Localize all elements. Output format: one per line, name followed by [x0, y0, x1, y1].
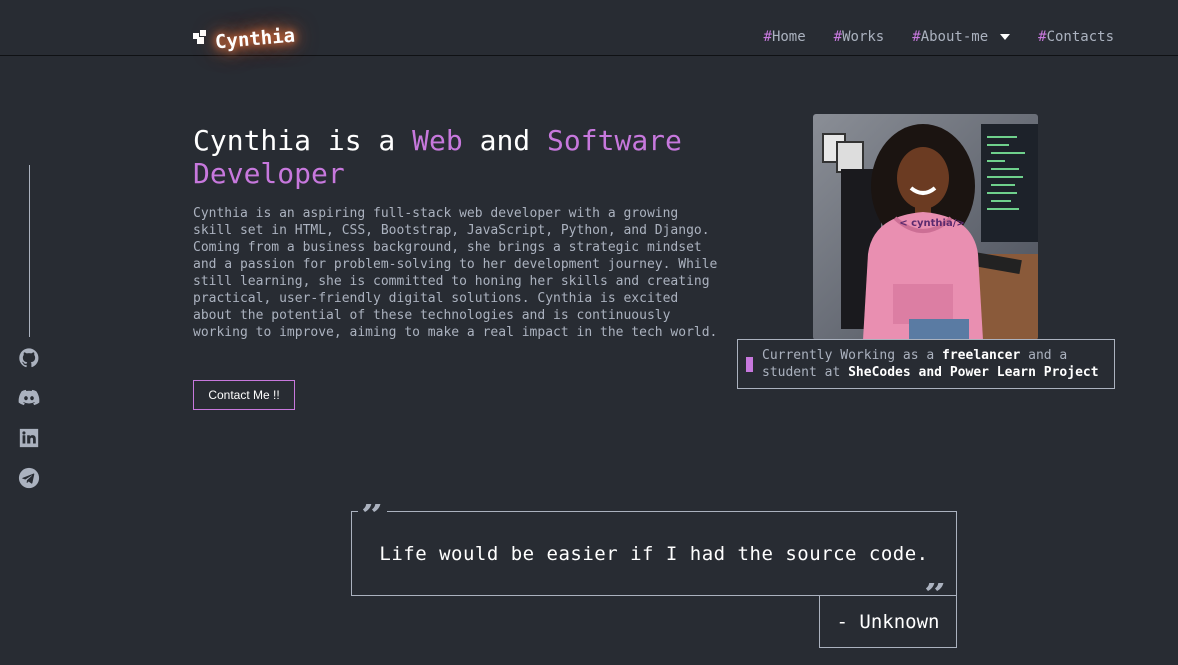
contact-me-button[interactable]: Contact Me !! [193, 380, 295, 410]
nav-works[interactable]: # Works [834, 29, 885, 45]
quote-author: - Unknown [836, 610, 940, 633]
status-text: Currently Working as a freelancer and a … [762, 348, 1099, 380]
chevron-down-icon[interactable] [1000, 34, 1011, 40]
linkedin-icon[interactable] [18, 427, 40, 449]
quote-box: ” Life would be easier if I had the sour… [351, 504, 957, 605]
hero-title: Cynthia is a Web and Software Developer [193, 124, 682, 190]
portrait-illustration: < cynthia/> [813, 114, 1038, 340]
main-nav: # Home # Works # About-me # Contacts [764, 29, 1115, 45]
nav-about-me[interactable]: # About-me [912, 29, 1011, 45]
telegram-icon[interactable] [18, 467, 40, 489]
quote-author-box: - Unknown [819, 595, 957, 648]
nav-contacts[interactable]: # Contacts [1038, 29, 1114, 45]
portrait-shirt-text: < cynthia/> [899, 218, 965, 229]
site-logo[interactable]: Cynthia [193, 24, 296, 53]
nav-home[interactable]: # Home [764, 29, 806, 45]
discord-icon[interactable] [18, 387, 40, 409]
profile-portrait: < cynthia/> [813, 114, 1038, 340]
logo-icon [193, 30, 207, 44]
brand-name: Cynthia [214, 24, 296, 54]
github-icon[interactable] [18, 347, 40, 369]
quote-text: Life would be easier if I had the source… [379, 542, 929, 565]
navbar: Cynthia # Home # Works # About-me # Contacts [0, 0, 1178, 56]
quote-open-mark: ” [358, 504, 388, 526]
hero-description: Cynthia is an aspiring full-stack web de… [193, 206, 718, 340]
current-status: Currently Working as a freelancer and a … [737, 339, 1115, 389]
social-divider [29, 165, 30, 337]
status-indicator [746, 356, 753, 372]
